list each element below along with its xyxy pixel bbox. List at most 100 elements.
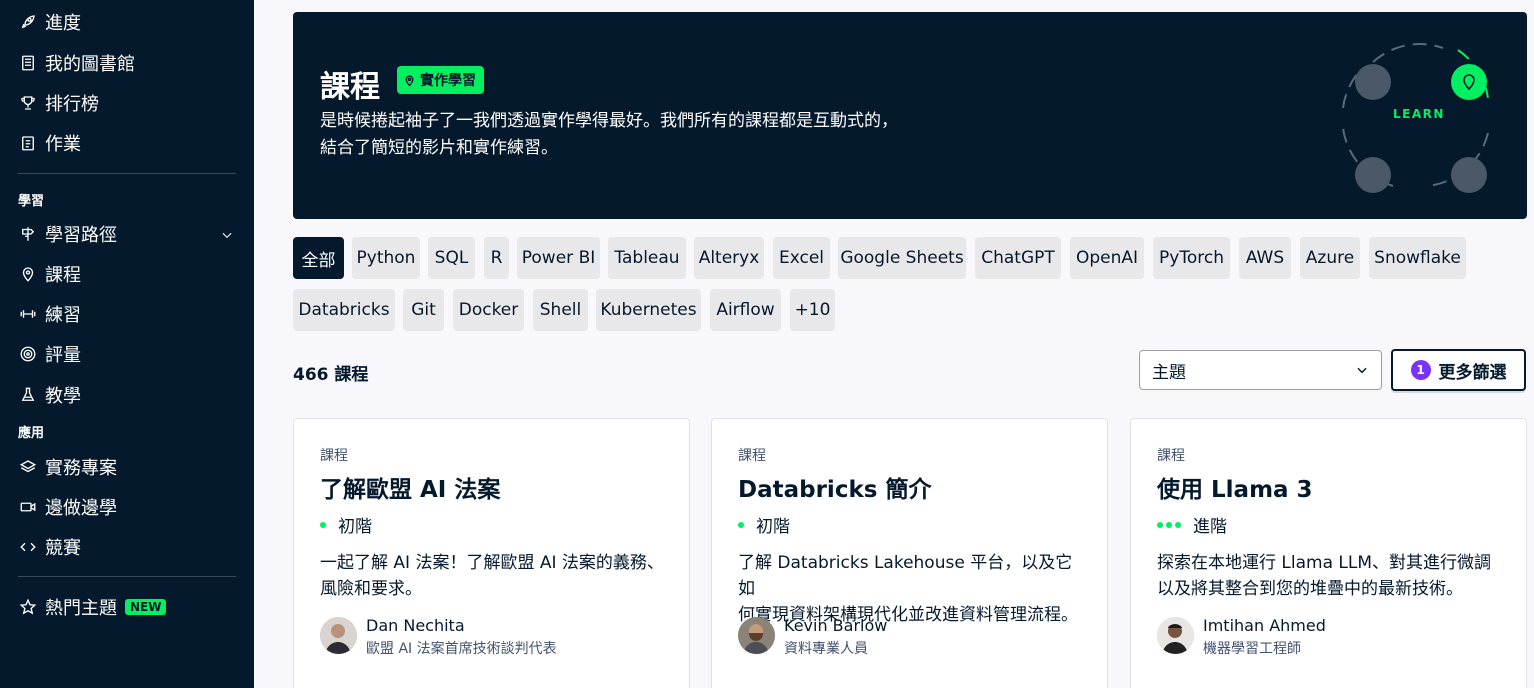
more-filters-button[interactable]: 1 更多篩選 bbox=[1391, 349, 1526, 391]
dumbbell-icon bbox=[18, 304, 38, 324]
sidebar-item-competitions[interactable]: 競賽 bbox=[18, 533, 238, 561]
filter-chip[interactable]: Kubernetes bbox=[596, 289, 701, 331]
card-level: 初階 bbox=[320, 512, 372, 537]
card-type: 課程 bbox=[320, 448, 348, 464]
filter-chip[interactable]: Excel bbox=[773, 237, 830, 279]
sidebar-item-assessments[interactable]: 評量 bbox=[18, 340, 238, 368]
sidebar-item-tracks[interactable]: 學習路徑 bbox=[18, 220, 238, 248]
course-card[interactable]: 課程 了解歐盟 AI 法案 初階 一起了解 AI 法案！了解歐盟 AI 法案的義… bbox=[293, 418, 690, 688]
sidebar-item-label: 實務專案 bbox=[45, 458, 117, 479]
sidebar-item-tutorials[interactable]: 教學 bbox=[18, 381, 238, 409]
filter-chip[interactable]: Git bbox=[403, 289, 444, 331]
hero-banner: 課程 實作學習 是時候捲起袖子了一我們透過實作學得最好。我們所有的課程都是互動式… bbox=[293, 12, 1527, 219]
filter-chip[interactable]: ChatGPT bbox=[975, 237, 1061, 279]
chevron-down-icon[interactable] bbox=[220, 226, 234, 240]
filter-chip[interactable]: PyTorch bbox=[1153, 237, 1230, 279]
filter-chip[interactable]: Tableau bbox=[608, 237, 686, 279]
level-label: 初階 bbox=[756, 517, 790, 537]
video-icon bbox=[18, 497, 38, 517]
card-title: Databricks 簡介 bbox=[738, 477, 932, 503]
target-icon bbox=[18, 344, 38, 364]
card-description-line: 風險和要求。 bbox=[320, 579, 422, 599]
filter-chip-all[interactable]: 全部 bbox=[293, 237, 344, 279]
sidebar-item-label: 評量 bbox=[45, 345, 81, 366]
page-title: 課程 bbox=[320, 70, 380, 105]
author-name: Kevin Barlow bbox=[784, 616, 888, 635]
sidebar-item-label: 作業 bbox=[45, 134, 81, 155]
filter-chip[interactable]: Shell bbox=[533, 289, 588, 331]
sidebar-item-practice[interactable]: 練習 bbox=[18, 300, 238, 328]
course-card[interactable]: 課程 Databricks 簡介 初階 了解 Databricks Lakeho… bbox=[711, 418, 1108, 688]
card-description-line: 一起了解 AI 法案！了解歐盟 AI 法案的義務、 bbox=[320, 553, 664, 573]
signpost-icon bbox=[18, 224, 38, 244]
sidebar-item-library[interactable]: 我的圖書館 bbox=[18, 49, 238, 77]
star-icon bbox=[18, 597, 38, 617]
author-role: 歐盟 AI 法案首席技術談判代表 bbox=[366, 641, 557, 657]
level-dots bbox=[320, 521, 329, 528]
sidebar-item-assignments[interactable]: 作業 bbox=[18, 129, 238, 157]
cycle-label: LEARN bbox=[1393, 107, 1445, 121]
more-filters-label: 更多篩選 bbox=[1438, 362, 1507, 383]
filter-chip[interactable]: Airflow bbox=[710, 289, 781, 331]
filter-chip[interactable]: Alteryx bbox=[694, 237, 764, 279]
level-label: 初階 bbox=[338, 517, 372, 537]
sidebar-item-label: 課程 bbox=[45, 265, 81, 286]
sidebar-item-label: 學習路徑 bbox=[45, 225, 117, 246]
sidebar-item-label: 進度 bbox=[45, 13, 81, 34]
filter-chip[interactable]: Snowflake bbox=[1369, 237, 1466, 279]
sidebar-item-leaderboard[interactable]: 排行榜 bbox=[18, 89, 238, 117]
filter-chip-more[interactable]: +10 bbox=[790, 289, 835, 331]
sidebar-item-code-along[interactable]: 邊做邊學 bbox=[18, 493, 238, 521]
filter-chip[interactable]: SQL bbox=[428, 237, 475, 279]
filter-chip[interactable]: Google Sheets bbox=[838, 237, 966, 279]
new-badge: NEW bbox=[125, 599, 167, 615]
sidebar-item-label: 熱門主題 bbox=[45, 598, 117, 619]
filter-chip[interactable]: Databricks bbox=[293, 289, 395, 331]
card-type: 課程 bbox=[738, 448, 766, 464]
author-name: Dan Nechita bbox=[366, 616, 465, 635]
course-card[interactable]: 課程 使用 Llama 3 進階 探索在本地運行 Llama LLM、對其進行微… bbox=[1130, 418, 1527, 688]
sidebar-item-label: 我的圖書館 bbox=[45, 54, 135, 75]
rocket-icon bbox=[18, 12, 38, 32]
sidebar-section-learn: 學習 bbox=[18, 194, 45, 209]
hero-description-line: 是時候捲起袖子了一我們透過實作學得最好。我們所有的課程都是互動式的， bbox=[320, 111, 898, 131]
card-level: 進階 bbox=[1157, 512, 1227, 537]
sidebar-divider bbox=[18, 173, 236, 174]
hands-on-tag-label: 實作學習 bbox=[420, 73, 476, 89]
filter-chip[interactable]: OpenAI bbox=[1070, 237, 1144, 279]
card-description-line: 了解 Databricks Lakehouse 平台，以及它如 bbox=[738, 553, 1073, 599]
sidebar-item-label: 教學 bbox=[45, 386, 81, 407]
results-count: 466 課程 bbox=[293, 365, 369, 385]
sidebar-item-label: 練習 bbox=[45, 305, 81, 326]
filter-chip[interactable]: AWS bbox=[1239, 237, 1291, 279]
author-role: 機器學習工程師 bbox=[1203, 641, 1301, 657]
filter-chip[interactable]: R bbox=[484, 237, 509, 279]
filter-chip[interactable]: Python bbox=[352, 237, 420, 279]
card-description: 一起了解 AI 法案！了解歐盟 AI 法案的義務、 風險和要求。 bbox=[320, 550, 670, 602]
hero-description-line: 結合了簡短的影片和實作練習。 bbox=[320, 138, 558, 158]
hands-on-tag: 實作學習 bbox=[397, 66, 484, 94]
sidebar-item-projects[interactable]: 實務專案 bbox=[18, 453, 238, 481]
sidebar: 進度 我的圖書館 排行榜 作業 學習 學習路徑 課程 練習 評量 教學 應用 實… bbox=[0, 0, 254, 688]
card-level: 初階 bbox=[738, 512, 790, 537]
filter-chip[interactable]: Docker bbox=[453, 289, 524, 331]
filter-chip[interactable]: Power BI bbox=[517, 237, 600, 279]
sidebar-item-label: 競賽 bbox=[45, 538, 81, 559]
author-role: 資料專業人員 bbox=[784, 641, 868, 657]
avatar bbox=[1157, 617, 1194, 654]
location-pin-icon bbox=[18, 264, 38, 284]
filter-chip[interactable]: Azure bbox=[1300, 237, 1360, 279]
sidebar-item-progress[interactable]: 進度 bbox=[18, 8, 238, 36]
filter-count-badge: 1 bbox=[1410, 360, 1431, 380]
sidebar-item-label: 排行榜 bbox=[45, 94, 99, 115]
sidebar-item-trending[interactable]: 熱門主題 NEW bbox=[18, 593, 238, 621]
avatar bbox=[320, 617, 357, 654]
flask-icon bbox=[18, 385, 38, 405]
card-description-line: 以及將其整合到您的堆疊中的最新技術。 bbox=[1157, 579, 1463, 599]
hero-description: 是時候捲起袖子了一我們透過實作學得最好。我們所有的課程都是互動式的， 結合了簡短… bbox=[320, 108, 980, 162]
card-title: 了解歐盟 AI 法案 bbox=[320, 477, 501, 503]
level-dots bbox=[1157, 521, 1184, 528]
sidebar-item-courses[interactable]: 課程 bbox=[18, 260, 238, 288]
layers-icon bbox=[18, 457, 38, 477]
topic-select[interactable]: 主題 bbox=[1139, 350, 1382, 390]
